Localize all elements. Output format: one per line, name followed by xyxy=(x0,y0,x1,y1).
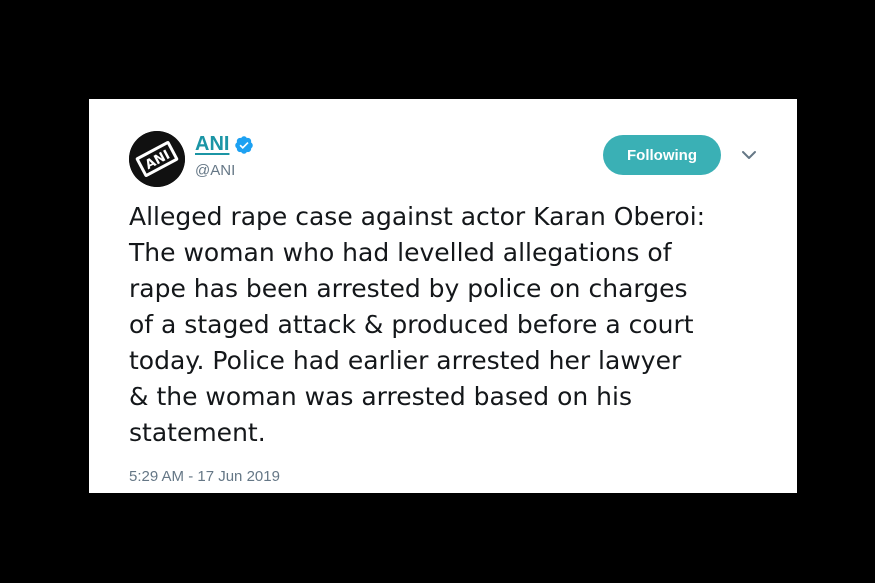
chevron-down-icon[interactable] xyxy=(740,148,758,162)
tweet-text: Alleged rape case against actor Karan Ob… xyxy=(129,199,779,451)
avatar[interactable]: ANI xyxy=(129,131,185,187)
ani-logo: ANI xyxy=(129,131,185,187)
tweet-text-line: today. Police had earlier arrested her l… xyxy=(129,346,682,375)
author-handle: @ANI xyxy=(195,162,236,179)
tweet-text-line: of a staged attack & produced before a c… xyxy=(129,310,694,339)
tweet-text-line: & the woman was arrested based on his xyxy=(129,382,632,411)
following-button[interactable]: Following xyxy=(603,135,721,175)
tweet-text-line: The woman who had levelled allegations o… xyxy=(129,238,672,267)
tweet-timestamp[interactable]: 5:29 AM - 17 Jun 2019 xyxy=(129,468,280,485)
tweet-text-line: statement. xyxy=(129,418,266,447)
tweet-text-line: rape has been arrested by police on char… xyxy=(129,274,688,303)
tweet-text-line: Alleged rape case against actor Karan Ob… xyxy=(129,202,706,231)
verified-badge-icon xyxy=(235,135,254,154)
tweet-card: ANI ANI @ANI Following Alleged rape case… xyxy=(89,99,797,493)
author-name-row: ANI xyxy=(195,133,254,156)
author-name[interactable]: ANI xyxy=(195,133,229,156)
